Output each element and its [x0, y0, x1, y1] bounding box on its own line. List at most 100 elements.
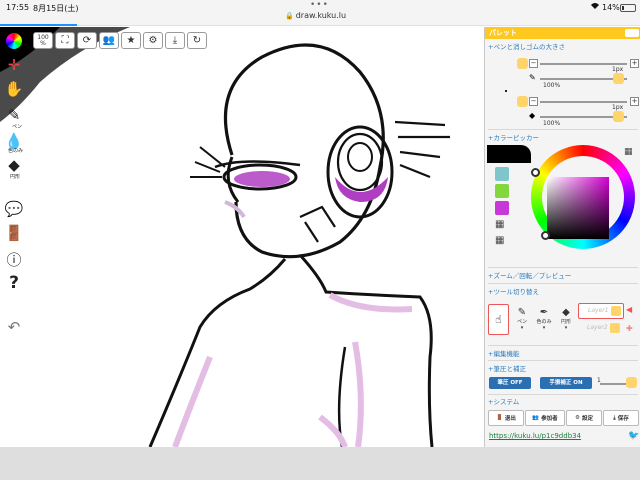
pen-icon: ✎ [517, 307, 527, 318]
palette-panel: パレット +ペンと消しゴムの大きさ − + 1px ✎ 100% − + 1px… [484, 27, 640, 447]
swatch-2[interactable] [495, 184, 509, 198]
palette-header: パレット [485, 27, 640, 39]
tab-dots-icon[interactable]: ••• [310, 0, 329, 10]
hand-tool-button[interactable]: ✋ [4, 79, 24, 99]
participants-label: 参加者 [541, 416, 558, 422]
exit-button[interactable]: 🚪 [4, 223, 24, 243]
layer-2-arrow-icon[interactable]: ✚ [626, 324, 633, 333]
door-icon: 🚪 [496, 415, 503, 421]
refresh-button[interactable]: ↻ [187, 32, 207, 49]
pressure-off-button[interactable]: 筆圧 OFF [489, 377, 531, 389]
tool-shape[interactable]: ◆ 円形 ▾ [556, 307, 576, 337]
tool-pen[interactable]: ✎ ペン ▾ [512, 307, 532, 337]
undo-button[interactable]: ↶ [4, 317, 24, 337]
tool-eyedropper[interactable]: ✒ 色のみ ▾ [534, 307, 554, 337]
url-text: draw.kuku.lu [295, 11, 347, 20]
color-wheel-icon [6, 33, 22, 49]
eraser-size-knob[interactable] [517, 96, 528, 107]
twitter-icon[interactable]: 🐦 [628, 431, 639, 441]
picker-mode-icon[interactable]: ▦ [624, 147, 633, 157]
section-color-picker[interactable]: +カラーピッカー [488, 132, 539, 142]
download-button[interactable]: ⤓ [165, 32, 185, 49]
panel-settings-button[interactable]: ⚙ 設定 [566, 410, 602, 426]
color-wheel-button[interactable] [4, 31, 24, 51]
help-button[interactable]: ? [4, 273, 24, 293]
save-button[interactable]: ⤓ 保存 [603, 410, 639, 426]
pen-size-plus[interactable]: + [630, 59, 639, 68]
settings-button[interactable]: ⚙ [143, 32, 163, 49]
exit-room-button[interactable]: 🚪 退出 [488, 410, 524, 426]
section-tool-switch[interactable]: +ツール切り替え [488, 286, 539, 296]
layer-1-label: Layer1 [588, 307, 609, 314]
rotate-view-button[interactable]: ⟳ [77, 32, 97, 49]
sv-handle[interactable] [541, 231, 550, 240]
add-swatch-icon[interactable]: ▦ [495, 219, 504, 230]
drawing-canvas[interactable] [0, 27, 484, 447]
eraser-size-minus[interactable]: − [529, 97, 538, 106]
section-system[interactable]: +システム [488, 396, 519, 406]
shape-tool-button[interactable]: ◆ [4, 155, 24, 175]
divider [488, 345, 638, 346]
battery-fill [622, 6, 624, 10]
info-button[interactable]: ⓘ [4, 249, 24, 269]
diamond-icon: ◆ [8, 156, 20, 174]
chevron-down-icon: ▾ [520, 325, 524, 331]
pressure-knob[interactable] [626, 377, 637, 388]
share-url-link[interactable]: https://kuku.lu/p1c9ddb34 [489, 432, 581, 440]
eraser-size-plus[interactable]: + [630, 97, 639, 106]
pen-opacity-knob[interactable] [613, 73, 624, 84]
layer-1-knob[interactable] [611, 306, 621, 316]
eraser-size-track[interactable] [540, 101, 627, 103]
saturation-square[interactable] [547, 177, 609, 239]
chevron-down-icon: ▾ [542, 325, 546, 331]
pen-size-track[interactable] [540, 63, 627, 65]
door-icon: 🚪 [4, 224, 24, 242]
remove-swatch-icon[interactable]: ▦ [495, 235, 504, 246]
section-pressure[interactable]: +筆圧と補正 [488, 363, 526, 373]
hue-handle[interactable] [531, 168, 540, 177]
eraser-small-icon: ◆ [529, 111, 536, 120]
pen-size-knob[interactable] [517, 58, 528, 69]
pen-opacity-value: 100% [543, 82, 561, 89]
people-icon: 👥 [102, 35, 116, 46]
divider [488, 394, 638, 395]
divider [488, 267, 638, 268]
palette-toggle-button[interactable] [625, 29, 639, 37]
address-bar[interactable]: 🔒 draw.kuku.lu [285, 11, 346, 20]
section-zoom-rotate[interactable]: +ズーム／回転／プレビュー [488, 270, 571, 280]
pressure-track[interactable] [600, 383, 628, 385]
pen-size-value: 1px [612, 66, 624, 73]
layer-2-row[interactable]: Layer2 [578, 322, 624, 336]
info-icon: ⓘ [6, 250, 22, 269]
divider [488, 129, 638, 130]
swatch-3[interactable] [495, 201, 509, 215]
section-edit[interactable]: +編集機能 [488, 348, 519, 358]
layer-2-label: Layer2 [587, 324, 608, 331]
zoom-button[interactable]: 100% [33, 32, 53, 49]
star-icon: ★ [126, 35, 136, 46]
current-color-box[interactable] [487, 145, 531, 163]
tool-pen-label: ペン [516, 319, 527, 325]
hand-correct-on-button[interactable]: 手振補正 ON [540, 377, 592, 389]
layer-1-row[interactable]: Layer1 [578, 303, 624, 319]
pen-tool-button[interactable]: ✎ [4, 105, 24, 125]
chat-button[interactable]: 💬 [4, 199, 24, 219]
section-pen-eraser-size[interactable]: +ペンと消しゴムの大きさ [488, 41, 565, 51]
sketch [0, 27, 450, 447]
fit-screen-button[interactable]: ⛶ [55, 32, 75, 49]
eraser-size-value: 1px [612, 104, 624, 111]
favorite-button[interactable]: ★ [121, 32, 141, 49]
tool-hand-selected[interactable]: ☝ [488, 304, 509, 335]
swatch-1[interactable] [495, 167, 509, 181]
date: 8月15日(土) [33, 4, 79, 13]
move-tool-button[interactable]: ✛ [4, 55, 24, 75]
divider [488, 283, 638, 284]
layer-1-arrow-icon[interactable]: ◀ [626, 305, 632, 314]
eraser-opacity-knob[interactable] [613, 111, 624, 122]
eraser-icon: ◆ [562, 307, 570, 318]
pen-size-minus[interactable]: − [529, 59, 538, 68]
pen-small-icon: ✎ [529, 73, 536, 82]
participants-button[interactable]: 👥 [99, 32, 119, 49]
layer-2-knob[interactable] [610, 323, 620, 333]
participants-list-button[interactable]: 👥 参加者 [525, 410, 565, 426]
